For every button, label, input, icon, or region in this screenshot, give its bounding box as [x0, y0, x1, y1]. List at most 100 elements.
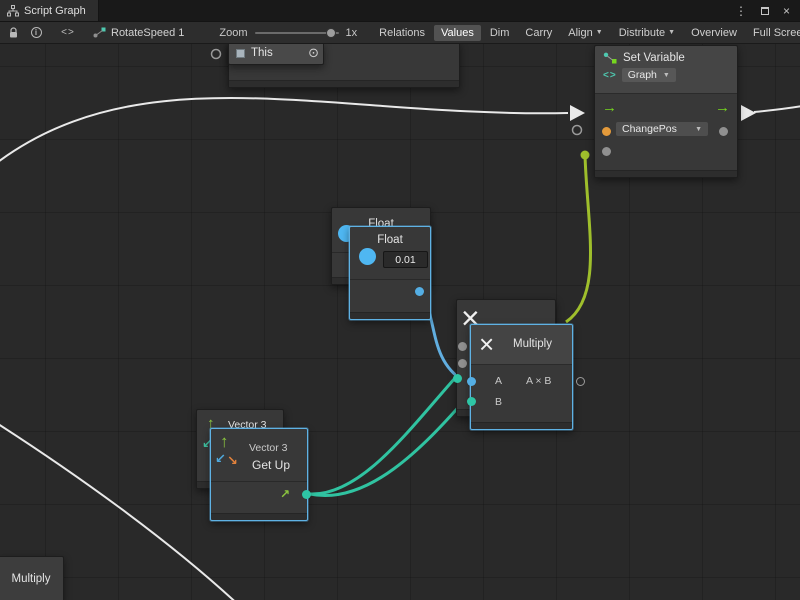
zoom-slider-handle[interactable] [326, 28, 336, 38]
set-variable-node[interactable]: Set Variable <> Graph ▼ → → ChangePos [594, 45, 738, 178]
values-button[interactable]: Values [434, 25, 481, 41]
this-node-left-port[interactable] [212, 50, 221, 59]
flow-in-arrow-icon[interactable]: → [602, 100, 617, 115]
full-screen-label: Full Screen [753, 27, 800, 39]
relations-button[interactable]: Relations [372, 25, 432, 41]
chevron-down-icon: ▼ [596, 29, 603, 36]
script-graph-icon [7, 5, 19, 17]
variable-name-port[interactable] [602, 127, 611, 136]
ghost-port-a[interactable] [458, 342, 467, 351]
vector3-title: Vector 3 [249, 442, 288, 454]
code-view-icon[interactable]: <> [61, 27, 75, 38]
window-controls: ⋮ × [735, 0, 800, 21]
flow-arrow-out-icon [741, 105, 756, 121]
result-port[interactable] [576, 377, 585, 386]
vector3-get-up-node[interactable]: ↑ ↙ ↘ Vector 3 Get Up ↗ [210, 428, 308, 521]
align-button[interactable]: Align ▼ [561, 25, 609, 41]
down-left-arrow-icon: ↙ [215, 452, 226, 465]
target-output-icon[interactable]: ⊙ [308, 45, 319, 61]
input-a-label: A [495, 375, 502, 387]
carry-label: Carry [525, 27, 552, 39]
chevron-down-icon: ▼ [695, 126, 702, 133]
multiply-node[interactable]: × Multiply A A × B B [470, 324, 573, 430]
flow-out-arrow-icon[interactable]: → [715, 100, 730, 115]
graph-ref-icon [93, 27, 106, 38]
dim-button[interactable]: Dim [483, 25, 517, 41]
tab-label: Script Graph [24, 5, 86, 17]
graph-name: RotateSpeed 1 [111, 27, 184, 39]
lock-glyph [8, 27, 19, 39]
zoom-level: 1x [346, 27, 358, 39]
vector3-output-port[interactable] [302, 490, 311, 499]
lock-icon[interactable] [6, 27, 20, 39]
flow-edge-right[interactable] [754, 105, 800, 112]
float-output-port[interactable] [415, 287, 424, 296]
distribute-button[interactable]: Distribute▼ [612, 25, 682, 41]
flow-arrow-in-icon [570, 105, 585, 121]
overview-button[interactable]: Overview [684, 25, 744, 41]
variable-dropdown[interactable]: ChangePos ▼ [616, 122, 708, 136]
carry-button[interactable]: Carry [518, 25, 559, 41]
this-node-title: This [251, 47, 273, 59]
this-node[interactable]: This ⊙ [228, 44, 324, 65]
graph-toolbar: i <> RotateSpeed 1 Zoom 1x Relations Val… [0, 22, 800, 44]
scope-dropdown[interactable]: Graph ▼ [622, 68, 676, 82]
flow-row: → → [595, 94, 737, 122]
input-b-label: B [495, 396, 502, 408]
float-value-field[interactable]: 0.01 [383, 251, 428, 268]
zoom-label: Zoom [219, 27, 247, 39]
value-row [595, 144, 737, 164]
flow-edge-left[interactable] [0, 98, 568, 168]
multiply-header: × Multiply [471, 325, 572, 365]
value-input-port[interactable] [602, 147, 611, 156]
node-footer [211, 513, 307, 520]
maximize-icon[interactable] [761, 5, 769, 17]
input-b-port[interactable] [467, 397, 476, 406]
relations-label: Relations [379, 27, 425, 39]
float-node[interactable]: Float 0.01 [349, 226, 431, 320]
info-icon[interactable]: i [29, 27, 43, 38]
node-separator [350, 279, 430, 280]
node-separator [211, 481, 307, 482]
node-footer [471, 422, 572, 429]
set-variable-icon [603, 52, 617, 64]
tab-bar: Script Graph ⋮ × [0, 0, 800, 22]
variable-output-port[interactable] [719, 127, 728, 136]
graph-breadcrumb[interactable]: RotateSpeed 1 [93, 27, 184, 39]
align-label: Align [568, 27, 592, 39]
overview-label: Overview [691, 27, 737, 39]
full-screen-button[interactable]: Full Screen [746, 25, 800, 41]
down-right-arrow-icon: ↘ [227, 454, 238, 467]
set-variable-header: Set Variable <> Graph ▼ [595, 46, 737, 94]
graph-canvas[interactable]: This ⊙ Set Variable <> Graph [0, 44, 800, 600]
up-arrow-icon: ↑ [220, 433, 229, 450]
zoom-control: Zoom 1x [219, 27, 357, 39]
values-label: Values [441, 27, 474, 39]
node-footer [350, 312, 430, 319]
get-up-subtitle: Get Up [252, 458, 290, 472]
set-variable-title: Set Variable [623, 52, 685, 64]
distribute-label: Distribute [619, 27, 665, 39]
chevron-down-icon: ▼ [663, 72, 670, 79]
multiply-title: Multiply [513, 338, 552, 350]
input-a-port[interactable] [467, 377, 476, 386]
node-footer [229, 80, 459, 87]
chevron-down-icon: ▼ [668, 29, 675, 36]
window-menu-icon[interactable]: ⋮ [735, 5, 747, 17]
info-glyph: i [31, 27, 42, 38]
corner-multiply-title: Multiply [0, 573, 63, 585]
tab-script-graph[interactable]: Script Graph [0, 0, 99, 21]
result-value-edge[interactable] [566, 155, 591, 322]
ghost-port-b[interactable] [458, 359, 467, 368]
vector-value-edge-b[interactable] [310, 401, 464, 496]
set-variable-value-port[interactable] [581, 151, 590, 160]
close-icon[interactable]: × [783, 5, 790, 17]
float-type-icon [359, 248, 376, 265]
dim-label: Dim [490, 27, 510, 39]
corner-multiply-node[interactable]: Multiply [0, 556, 64, 600]
ghost-port-connected[interactable] [453, 374, 462, 383]
zoom-slider[interactable] [255, 32, 339, 34]
set-variable-unconnected-port[interactable] [573, 126, 582, 135]
toolbar-buttons: Relations Values Dim Carry Align ▼ Distri… [372, 25, 800, 41]
variable-value: ChangePos [622, 123, 677, 135]
